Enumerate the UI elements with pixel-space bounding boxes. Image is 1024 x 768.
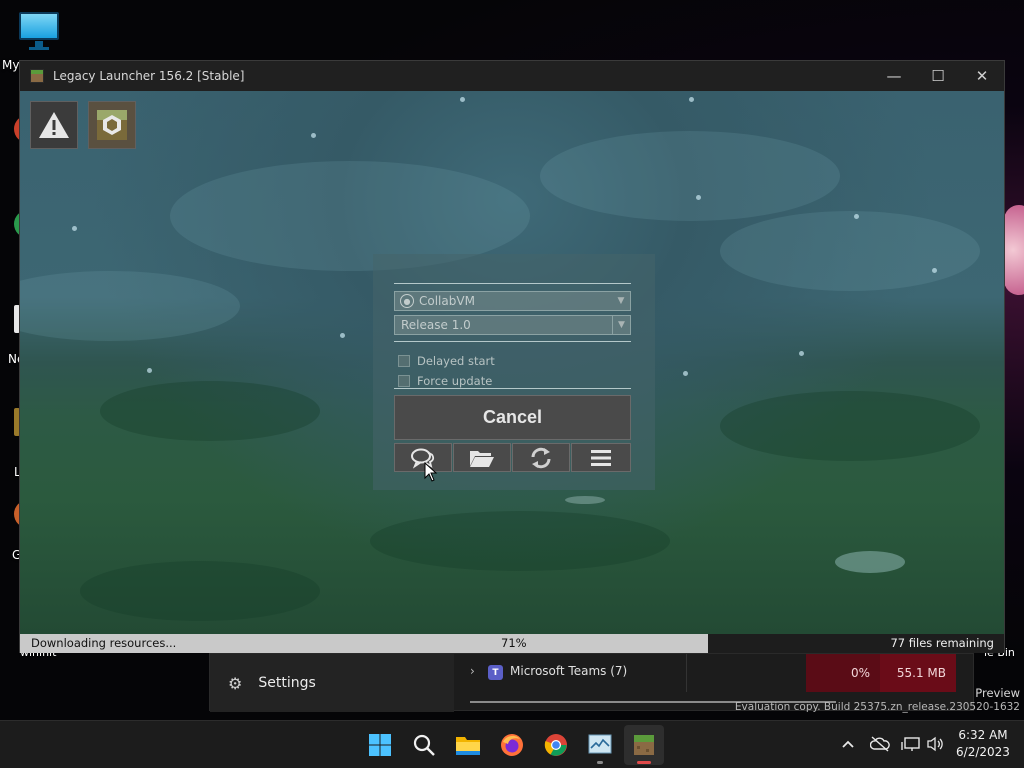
watermark-build: Evaluation copy. Build 25375.zn_release.…	[734, 701, 1020, 713]
chrome-icon	[544, 734, 567, 756]
legacy-launcher-button[interactable]	[624, 725, 664, 765]
delayed-start-checkbox[interactable]: Delayed start	[398, 353, 495, 369]
download-progress-bar: Downloading resources... 71% 77 files re…	[20, 634, 1004, 653]
chevron-down-icon: ▼	[612, 316, 630, 334]
chevron-up-icon[interactable]	[837, 733, 859, 755]
folder-button[interactable]	[453, 443, 511, 472]
minecraft-block-icon	[634, 735, 654, 755]
chat-button[interactable]	[394, 443, 452, 472]
refresh-button[interactable]	[512, 443, 570, 472]
clock-time: 6:32 AM	[958, 728, 1008, 742]
cpu-cell: 0%	[806, 654, 880, 692]
refresh-icon	[531, 447, 551, 468]
account-select[interactable]: ● CollabVM ▼	[394, 291, 631, 311]
launcher-background-scene: ● CollabVM ▼ Release 1.0 ▼ Delayed start…	[20, 91, 1004, 634]
warning-icon	[39, 112, 69, 138]
settings-label: Settings	[258, 675, 316, 691]
cloud-off-icon[interactable]	[869, 733, 891, 755]
force-update-checkbox[interactable]: Force update	[398, 373, 492, 389]
version-value: Release 1.0	[401, 318, 471, 332]
volume-icon[interactable]	[924, 733, 946, 755]
folder-icon	[470, 450, 494, 467]
close-button[interactable]: ✕	[960, 61, 1004, 91]
watermark-edition: Preview	[975, 686, 1020, 700]
windows-start-icon	[369, 734, 391, 756]
taskbar: 6:32 AM 6/2/2023	[0, 720, 1024, 768]
firefox-button[interactable]	[492, 725, 532, 765]
warning-button[interactable]	[30, 101, 78, 149]
title-bar[interactable]: Legacy Launcher 156.2 [Stable] — ☐ ✕	[20, 61, 1004, 91]
gear-icon: ⚙	[228, 673, 243, 693]
minecraft-block-icon	[30, 69, 44, 83]
checkbox-box[interactable]	[398, 355, 410, 367]
force-update-label: Force update	[417, 374, 493, 388]
running-indicator	[597, 761, 603, 764]
clock-date: 6/2/2023	[956, 745, 1010, 759]
settings-nav-item[interactable]: ⚙ Settings	[210, 654, 454, 712]
maximize-button[interactable]: ☐	[916, 61, 960, 91]
clock[interactable]: 6:32 AM 6/2/2023	[948, 727, 1018, 761]
task-manager-icon	[588, 734, 612, 754]
chrome-button[interactable]	[536, 725, 576, 765]
active-indicator	[637, 761, 651, 764]
firefox-icon	[501, 734, 523, 756]
version-select[interactable]: Release 1.0 ▼	[394, 315, 631, 335]
chevron-down-icon: ▼	[617, 296, 625, 306]
user-icon: ●	[400, 294, 414, 308]
teams-icon: T	[488, 665, 503, 680]
network-icon[interactable]	[900, 733, 922, 755]
delayed-start-label: Delayed start	[417, 354, 495, 368]
desktop-icon-label-this-pc[interactable]: My	[2, 58, 19, 72]
file-explorer-button[interactable]	[448, 725, 488, 765]
checkbox-box[interactable]	[398, 375, 410, 387]
wallpaper-bloom	[1004, 205, 1024, 295]
minecraft-block-icon	[97, 110, 127, 140]
task-manager-button[interactable]	[580, 725, 620, 765]
start-button[interactable]	[360, 725, 400, 765]
minimize-button[interactable]: —	[872, 61, 916, 91]
folder-icon	[456, 737, 480, 755]
account-value: CollabVM	[419, 294, 475, 308]
search-button[interactable]	[404, 725, 444, 765]
progress-percent: 71%	[501, 636, 527, 650]
process-name[interactable]: Microsoft Teams (7)	[510, 664, 627, 678]
launcher-window: Legacy Launcher 156.2 [Stable] — ☐ ✕ ● C…	[19, 60, 1005, 653]
monitor-icon[interactable]	[17, 10, 61, 50]
launch-panel: ● CollabVM ▼ Release 1.0 ▼ Delayed start…	[373, 254, 655, 490]
modpack-button[interactable]	[88, 101, 136, 149]
mouse-cursor-icon	[424, 462, 438, 482]
chevron-right-icon[interactable]: ›	[470, 664, 475, 678]
search-icon	[413, 734, 435, 756]
menu-button[interactable]	[571, 443, 631, 472]
files-remaining: 77 files remaining	[890, 636, 994, 650]
cancel-button[interactable]: Cancel	[394, 395, 631, 440]
window-title: Legacy Launcher 156.2 [Stable]	[53, 69, 245, 83]
progress-status: Downloading resources...	[31, 636, 177, 650]
menu-icon	[591, 449, 611, 466]
